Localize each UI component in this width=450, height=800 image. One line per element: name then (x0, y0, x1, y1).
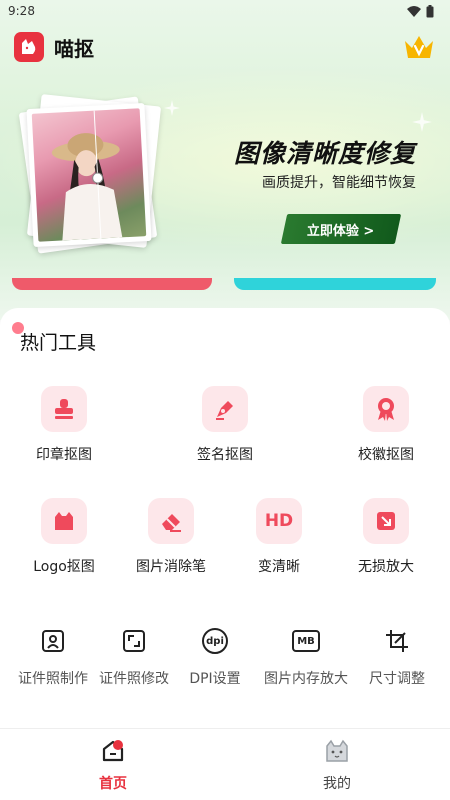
logo-cutout-icon (41, 498, 87, 544)
tool-lossless-enlarge[interactable]: 无损放大 (331, 498, 441, 576)
signature-pen-icon (202, 386, 248, 432)
tool-label: 图片内存放大 (264, 671, 348, 687)
tool-id-photo-make[interactable]: 证件照制作 (8, 626, 98, 688)
hot-tools-card: 热门工具 印章抠图 签名抠图 校徽抠图 Logo抠图 图片消除笔 HD 变清晰 (0, 308, 450, 728)
banner-photo-stack (18, 94, 162, 254)
tool-label: Logo抠图 (33, 559, 95, 575)
tool-label: 证件照制作 (18, 671, 88, 687)
feature-tab-cyan[interactable] (234, 278, 436, 290)
mb-icon: MB (291, 626, 321, 656)
banner-title: 图像清晰度修复 (233, 139, 416, 168)
crop-frame-icon (119, 626, 149, 656)
app-header: 喵抠 (14, 32, 94, 62)
tool-label: 校徽抠图 (358, 447, 414, 463)
badge-icon (363, 386, 409, 432)
vip-crown-icon[interactable] (402, 32, 436, 62)
home-icon (102, 740, 124, 762)
mb-icon-text: MB (292, 630, 320, 652)
tool-label: 变清晰 (258, 559, 300, 575)
tool-label: 签名抠图 (197, 447, 253, 463)
app-name: 喵抠 (54, 36, 94, 61)
tool-logo-cutout[interactable]: Logo抠图 (9, 498, 119, 576)
tool-label: DPI设置 (189, 671, 241, 687)
photo-card-front (26, 103, 152, 247)
tool-label: 尺寸调整 (369, 671, 425, 687)
cat-profile-icon (326, 739, 348, 762)
nav-mine-label: 我的 (323, 776, 351, 792)
status-time: 9:28 (8, 4, 35, 18)
battery-icon (426, 4, 434, 17)
crop-icon (382, 626, 412, 656)
try-now-label: 立即体验 > (307, 223, 375, 239)
nav-home-label: 首页 (99, 776, 127, 792)
tool-stamp-cutout[interactable]: 印章抠图 (9, 386, 119, 464)
sparkle-icon (412, 112, 432, 132)
banner-subtitle: 画质提升，智能细节恢复 (262, 175, 416, 191)
tool-label: 无损放大 (358, 559, 414, 575)
tool-label: 证件照修改 (99, 671, 169, 687)
nav-mine[interactable]: 我的 (277, 737, 397, 793)
hd-icon-text: HD (264, 511, 294, 531)
tool-resize[interactable]: 尺寸调整 (352, 626, 442, 688)
tool-signature-cutout[interactable]: 签名抠图 (170, 386, 280, 464)
id-photo-icon (38, 626, 68, 656)
tool-image-eraser[interactable]: 图片消除笔 (116, 498, 226, 576)
nav-home[interactable]: 首页 (53, 737, 173, 793)
section-title: 热门工具 (20, 332, 97, 354)
hd-icon: HD (256, 498, 302, 544)
wifi-icon (407, 5, 421, 17)
stamp-icon (41, 386, 87, 432)
sparkle-icon (164, 100, 180, 116)
tool-image-size-enlarge[interactable]: MB 图片内存放大 (261, 626, 351, 688)
app-logo-icon (14, 32, 44, 62)
try-now-button[interactable]: 立即体验 > (280, 214, 402, 244)
dpi-icon-text: dpi (202, 628, 228, 654)
tool-enhance-clarity[interactable]: HD 变清晰 (224, 498, 334, 576)
tool-id-photo-edit[interactable]: 证件照修改 (89, 626, 179, 688)
dpi-icon: dpi (200, 626, 230, 656)
tool-label: 印章抠图 (36, 447, 92, 463)
tool-label: 图片消除笔 (136, 559, 206, 575)
tool-badge-cutout[interactable]: 校徽抠图 (331, 386, 441, 464)
status-bar: 9:28 (0, 0, 450, 22)
feature-tab-red[interactable] (12, 278, 212, 290)
bottom-nav: 首页 我的 (0, 728, 450, 800)
tool-dpi-setting[interactable]: dpi DPI设置 (170, 626, 260, 688)
portrait-photo (31, 108, 147, 242)
eraser-icon (148, 498, 194, 544)
enlarge-icon (363, 498, 409, 544)
